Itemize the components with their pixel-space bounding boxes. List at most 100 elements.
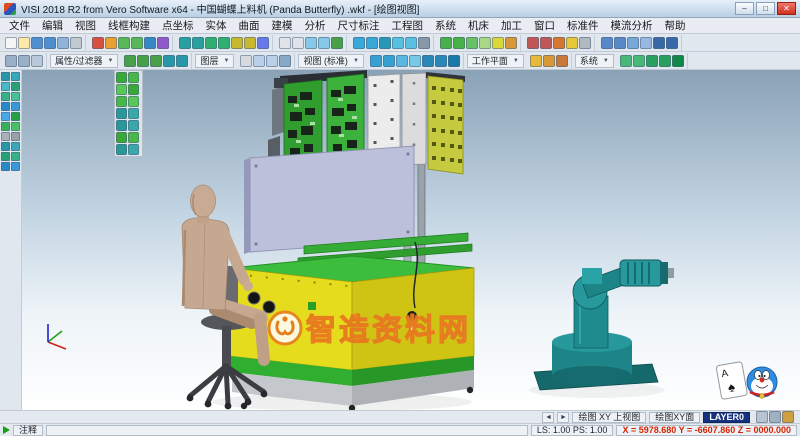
layer-dropdown[interactable]: 图层 ▼ [195,54,234,68]
toolbar-icon[interactable] [1,142,10,151]
toolbar-icon[interactable] [18,55,30,67]
toolbar-icon[interactable] [218,37,230,49]
toolbar-icon[interactable] [128,144,139,155]
toolbar-icon[interactable] [18,37,30,49]
menu-item[interactable]: 标准件 [561,17,605,34]
toolbar-icon[interactable] [379,37,391,49]
viewport-3d[interactable]: 智造资料网 A ♠ [22,70,800,410]
toolbar-icon[interactable] [627,37,639,49]
toolbar-icon[interactable] [44,37,56,49]
menu-item[interactable]: 建模 [266,17,299,34]
toolbar-icon[interactable] [756,411,768,423]
toolbar-icon[interactable] [157,37,169,49]
toolbar-icon[interactable] [128,84,139,95]
toolbar-icon[interactable] [116,72,127,83]
toolbar-icon[interactable] [179,37,191,49]
toolbar-icon[interactable] [579,37,591,49]
toolbar-icon[interactable] [11,82,20,91]
toolbar-icon[interactable] [124,55,136,67]
toolbar-icon[interactable] [116,144,127,155]
toolbar-icon[interactable] [150,55,162,67]
toolbar-icon[interactable] [646,55,658,67]
toolbar-icon[interactable] [492,37,504,49]
toolbar-icon[interactable] [530,55,542,67]
menu-item[interactable]: 帮助 [659,17,692,34]
menu-item[interactable]: 视图 [69,17,102,34]
annotation-indicator[interactable]: 注释 [13,425,43,436]
toolbar-icon[interactable] [672,55,684,67]
close-button[interactable]: ✕ [777,2,796,15]
menu-item[interactable]: 分析 [299,17,332,34]
toolbar-icon[interactable] [292,37,304,49]
toolbar-icon[interactable] [540,37,552,49]
layer-indicator[interactable]: LAYER0 [703,412,750,423]
toolbar-icon[interactable] [128,108,139,119]
toolbar-icon[interactable] [128,132,139,143]
toolbar-icon[interactable] [11,152,20,161]
toolbar-icon[interactable] [1,112,10,121]
toolbar-icon[interactable] [244,37,256,49]
menu-item[interactable]: 线框构建 [102,17,156,34]
toolbar-icon[interactable] [505,37,517,49]
toolbar-icon[interactable] [192,37,204,49]
next-view-button[interactable]: ► [557,412,569,423]
menu-item[interactable]: 系统 [429,17,462,34]
toolbar-icon[interactable] [105,37,117,49]
toolbar-icon[interactable] [176,55,188,67]
toolbar-icon[interactable] [318,37,330,49]
toolbar-icon[interactable] [144,37,156,49]
menu-item[interactable]: 模流分析 [605,17,659,34]
view-mode-indicator[interactable]: 绘图 XY 上视图 [572,412,646,423]
toolbar-icon[interactable] [137,55,149,67]
toolbar-icon[interactable] [405,37,417,49]
toolbar-icon[interactable] [279,55,291,67]
toolbar-icon[interactable] [116,96,127,107]
toolbar-icon[interactable] [331,37,343,49]
toolbar-icon[interactable] [11,112,20,121]
toolbar-icon[interactable] [1,72,10,81]
toolbar-icon[interactable] [435,55,447,67]
toolbar-icon[interactable] [128,96,139,107]
toolbar-icon[interactable] [782,411,794,423]
toolbar-icon[interactable] [279,37,291,49]
toolbar-icon[interactable] [392,37,404,49]
workplane-dropdown[interactable]: 工作平面 ▼ [467,54,524,68]
toolbar-icon[interactable] [633,55,645,67]
toolbar-icon[interactable] [353,37,365,49]
menu-item[interactable]: 工程图 [386,17,430,34]
toolbar-icon[interactable] [409,55,421,67]
toolbar-icon[interactable] [257,37,269,49]
toolbar-icon[interactable] [479,37,491,49]
toolbar-icon[interactable] [620,55,632,67]
toolbar-icon[interactable] [1,132,10,141]
toolbar-icon[interactable] [128,72,139,83]
toolbar-icon[interactable] [383,55,395,67]
menu-item[interactable]: 编辑 [36,17,69,34]
menu-item[interactable]: 文件 [3,17,36,34]
maximize-button[interactable]: □ [756,2,775,15]
toolbar-icon[interactable] [163,55,175,67]
toolbar-icon[interactable] [128,120,139,131]
filter-dropdown[interactable]: 属性/过滤器 ▼ [50,54,118,68]
menu-item[interactable]: 点坐标 [156,17,200,34]
toolbar-icon[interactable] [1,92,10,101]
toolbar-icon[interactable] [31,37,43,49]
toolbar-icon[interactable] [653,37,665,49]
toolbar-icon[interactable] [370,55,382,67]
toolbar-icon[interactable] [11,92,20,101]
toolbar-icon[interactable] [418,37,430,49]
minimize-button[interactable]: – [735,2,754,15]
toolbar-icon[interactable] [266,55,278,67]
toolbar-icon[interactable] [116,120,127,131]
menu-item[interactable]: 机床 [462,17,495,34]
system-dropdown[interactable]: 系统 ▼ [575,54,614,68]
play-icon[interactable] [3,426,10,434]
toolbar-icon[interactable] [11,122,20,131]
toolbar-icon[interactable] [527,37,539,49]
toolbar-icon[interactable] [11,142,20,151]
command-prompt-field[interactable] [46,425,528,436]
toolbar-icon[interactable] [253,55,265,67]
toolbar-icon[interactable] [556,55,568,67]
toolbar-icon[interactable] [116,84,127,95]
toolbar-icon[interactable] [11,72,20,81]
